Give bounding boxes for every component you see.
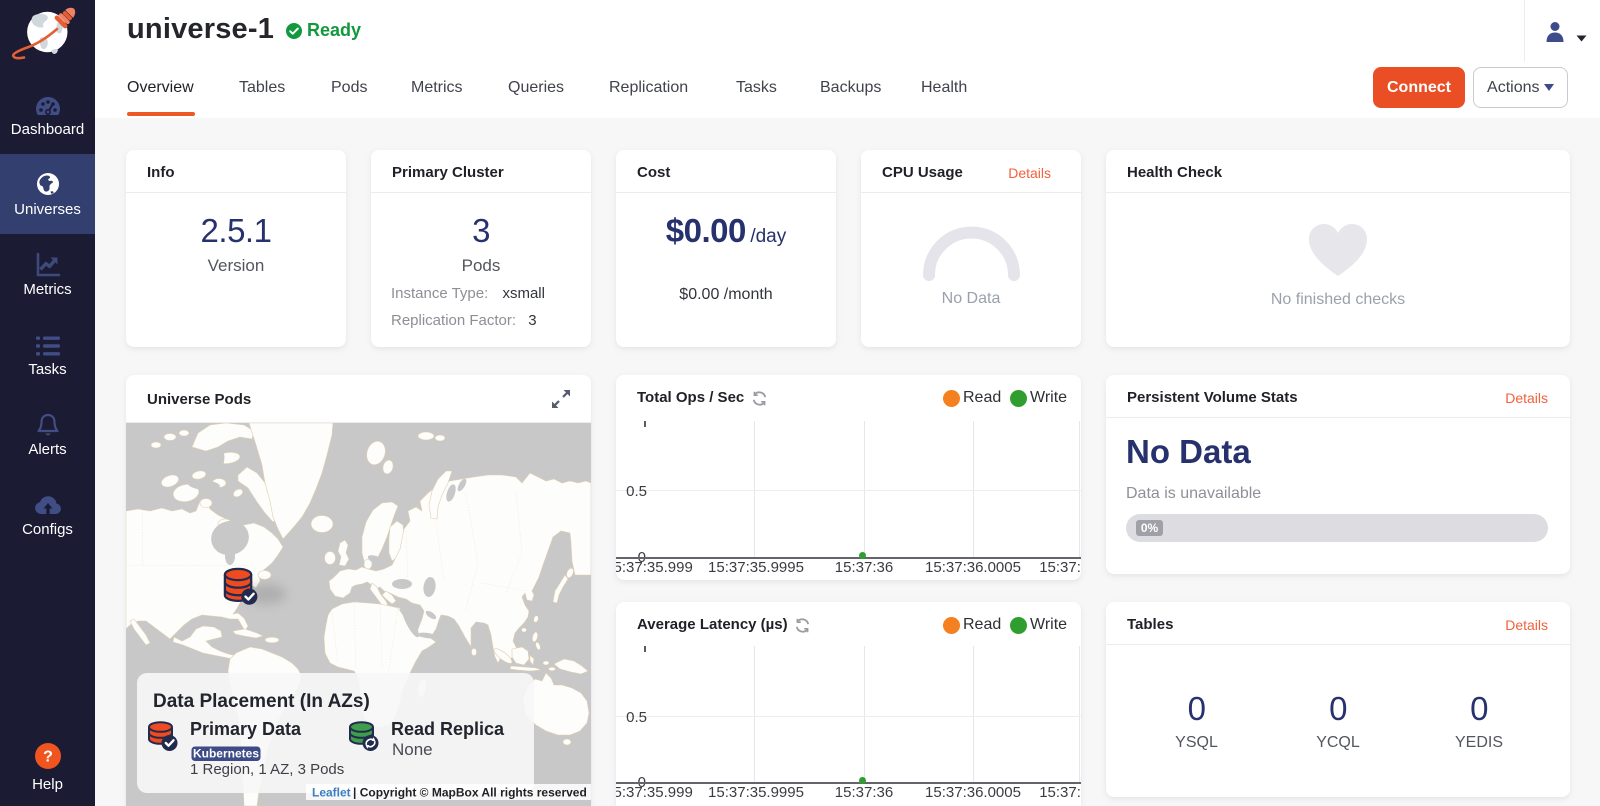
svg-text:Read Replica: Read Replica: [391, 719, 505, 739]
svg-text:Data Placement (In AZs): Data Placement (In AZs): [153, 691, 370, 712]
svg-text:None: None: [392, 740, 433, 759]
svg-text:Kubernetes: Kubernetes: [193, 747, 259, 761]
svg-text:1 Region, 1 AZ, 3 Pods: 1 Region, 1 AZ, 3 Pods: [190, 761, 344, 778]
svg-text:Primary Data: Primary Data: [190, 719, 302, 739]
svg-text:Leaflet: Leaflet: [312, 786, 351, 800]
svg-text:?: ?: [43, 749, 53, 766]
svg-text:| Copyright © MapBox All right: | Copyright © MapBox All rights reserved: [353, 786, 587, 800]
